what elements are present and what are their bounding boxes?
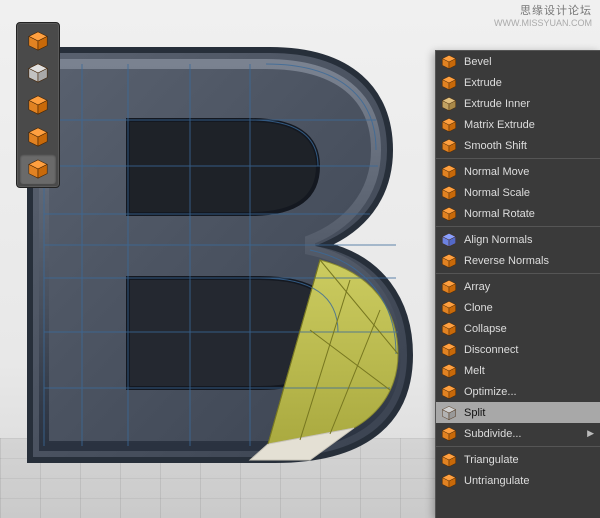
context-menu: Bevel Extrude Extrude Inner Matrix Extru…	[435, 50, 600, 518]
menu-item-reverse-normals[interactable]: Reverse Normals	[436, 250, 600, 271]
menu-item-label: Untriangulate	[464, 475, 594, 487]
menu-item-collapse[interactable]: Collapse	[436, 318, 600, 339]
menu-item-label: Normal Scale	[464, 187, 594, 199]
untriangulate-icon	[440, 473, 458, 489]
menu-item-label: Subdivide...	[464, 428, 581, 440]
edge-mode-icon[interactable]	[20, 122, 56, 152]
menu-item-label: Bevel	[464, 56, 594, 68]
menu-item-label: Extrude Inner	[464, 98, 594, 110]
menu-item-extrude-inner[interactable]: Extrude Inner	[436, 93, 600, 114]
watermark: 思缘设计论坛 WWW.MISSYUAN.COM	[494, 4, 592, 30]
menu-item-clone[interactable]: Clone	[436, 297, 600, 318]
menu-item-label: Normal Rotate	[464, 208, 594, 220]
menu-item-normal-scale[interactable]: Normal Scale	[436, 182, 600, 203]
menu-item-label: Array	[464, 281, 594, 293]
menu-item-label: Triangulate	[464, 454, 594, 466]
matrix-extrude-icon	[440, 117, 458, 133]
menu-item-bevel[interactable]: Bevel	[436, 51, 600, 72]
menu-item-label: Normal Move	[464, 166, 594, 178]
extrude-icon	[440, 75, 458, 91]
reverse-normals-icon	[440, 253, 458, 269]
menu-item-label: Clone	[464, 302, 594, 314]
menu-item-label: Reverse Normals	[464, 255, 594, 267]
menu-item-subdivide[interactable]: Subdivide... ▶	[436, 423, 600, 444]
tool-palette	[16, 22, 60, 188]
menu-item-matrix-extrude[interactable]: Matrix Extrude	[436, 114, 600, 135]
normal-move-icon	[440, 164, 458, 180]
menu-item-label: Collapse	[464, 323, 594, 335]
watermark-text: 思缘设计论坛	[494, 4, 592, 18]
menu-item-triangulate[interactable]: Triangulate	[436, 449, 600, 470]
menu-item-normal-rotate[interactable]: Normal Rotate	[436, 203, 600, 224]
subdivide-icon	[440, 426, 458, 442]
optimize-icon	[440, 384, 458, 400]
menu-item-optimize[interactable]: Optimize...	[436, 381, 600, 402]
menu-item-label: Extrude	[464, 77, 594, 89]
disconnect-icon	[440, 342, 458, 358]
cube-shaded-icon[interactable]	[20, 26, 56, 56]
extrude-inner-icon	[440, 96, 458, 112]
watermark-url: WWW.MISSYUAN.COM	[494, 18, 592, 30]
menu-item-label: Smooth Shift	[464, 140, 594, 152]
menu-item-label: Matrix Extrude	[464, 119, 594, 131]
menu-item-label: Melt	[464, 365, 594, 377]
menu-item-extrude[interactable]: Extrude	[436, 72, 600, 93]
menu-separator	[436, 158, 600, 159]
cube-material-icon[interactable]	[20, 58, 56, 88]
align-normals-icon	[440, 232, 458, 248]
menu-item-untriangulate[interactable]: Untriangulate	[436, 470, 600, 491]
menu-separator	[436, 226, 600, 227]
vertex-mode-icon[interactable]	[20, 90, 56, 120]
menu-item-array[interactable]: Array	[436, 276, 600, 297]
menu-item-label: Disconnect	[464, 344, 594, 356]
clone-icon	[440, 300, 458, 316]
array-icon	[440, 279, 458, 295]
split-icon	[440, 405, 458, 421]
triangulate-icon	[440, 452, 458, 468]
melt-icon	[440, 363, 458, 379]
menu-item-melt[interactable]: Melt	[436, 360, 600, 381]
menu-item-split[interactable]: Split	[436, 402, 600, 423]
normal-rotate-icon	[440, 206, 458, 222]
collapse-icon	[440, 321, 458, 337]
menu-item-smooth-shift[interactable]: Smooth Shift	[436, 135, 600, 156]
submenu-arrow-icon: ▶	[587, 428, 594, 439]
normal-scale-icon	[440, 185, 458, 201]
menu-separator	[436, 273, 600, 274]
menu-item-normal-move[interactable]: Normal Move	[436, 161, 600, 182]
menu-item-label: Optimize...	[464, 386, 594, 398]
model-letter-b[interactable]	[10, 30, 430, 470]
menu-item-align-normals[interactable]: Align Normals	[436, 229, 600, 250]
menu-item-label: Split	[464, 407, 594, 419]
menu-separator	[436, 446, 600, 447]
counter-top	[128, 120, 318, 214]
menu-item-label: Align Normals	[464, 234, 594, 246]
viewport-3d[interactable]: 思缘设计论坛 WWW.MISSYUAN.COM	[0, 0, 600, 518]
menu-item-disconnect[interactable]: Disconnect	[436, 339, 600, 360]
bevel-icon	[440, 54, 458, 70]
smooth-shift-icon	[440, 138, 458, 154]
face-mode-icon[interactable]	[20, 154, 56, 184]
